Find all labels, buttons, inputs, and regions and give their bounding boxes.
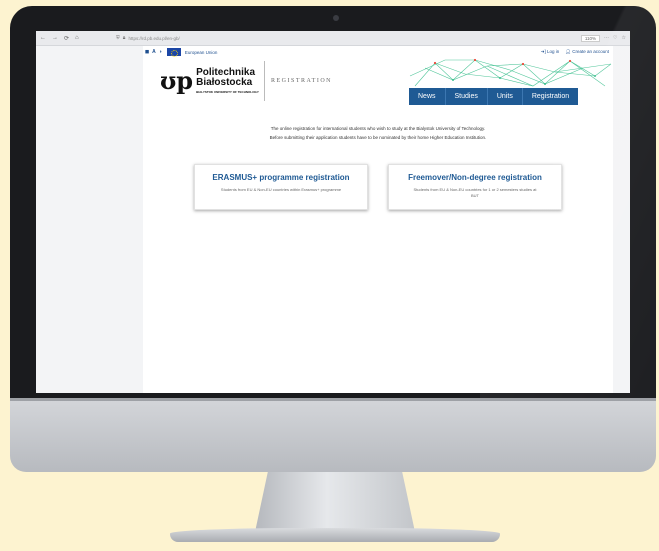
screen: ← → ⟳ ⌂ ⛨ 🔒︎ https://rd.pb.edu.pl/en-gb/…	[36, 31, 630, 393]
monitor-stand-foot	[170, 528, 500, 542]
logo-mark-icon: ʊp	[160, 66, 194, 95]
site-header: ʊp Politechnika Białostocka BIALYSTOK UN…	[143, 58, 613, 106]
monitor-scene: ← → ⟳ ⌂ ⛨ 🔒︎ https://rd.pb.edu.pl/en-gb/…	[0, 0, 659, 551]
menu-dots-icon[interactable]: ⋯	[604, 35, 609, 42]
browser-controls: 110% ⋯ ♡ ☆	[580, 34, 630, 42]
monitor-stand-neck	[255, 472, 415, 532]
browser-nav: ← → ⟳ ⌂	[36, 35, 116, 42]
menu-item-news[interactable]: News	[409, 88, 445, 105]
menu-item-units[interactable]: Units	[486, 88, 522, 105]
freemover-registration-card[interactable]: Freemover/Non-degree registration Studen…	[388, 164, 562, 210]
eu-flag-icon	[166, 48, 181, 57]
menu-item-registration[interactable]: Registration	[521, 88, 578, 105]
lock-icon: 🔒︎	[122, 35, 126, 41]
back-icon[interactable]: ←	[40, 35, 46, 42]
registration-options: ERASMUS+ programme registration Students…	[143, 164, 613, 210]
monitor-divider	[10, 398, 656, 401]
accessibility-tools: ◼ A ◑	[145, 49, 162, 55]
pocket-icon[interactable]: ♡	[613, 35, 617, 42]
logo-text: Politechnika Białostocka BIALYSTOK UNIVE…	[196, 68, 259, 95]
web-page: ◼ A ◑ European Union ➜] Log in 👤︎ Create…	[143, 46, 613, 393]
utility-bar: ◼ A ◑ European Union ➜] Log in 👤︎ Create…	[143, 46, 613, 58]
account-links: ➜] Log in 👤︎ Create an account	[541, 49, 613, 55]
erasmus-registration-card[interactable]: ERASMUS+ programme registration Students…	[194, 164, 368, 210]
main-menu: News Studies Units Registration	[409, 88, 579, 105]
font-size-icon[interactable]: A	[152, 49, 156, 55]
card-title: Freemover/Non-degree registration	[408, 173, 542, 182]
address-bar[interactable]: ⛨ 🔒︎ https://rd.pb.edu.pl/en-gb/	[116, 35, 581, 41]
card-description: Students from EU & Non-EU countries with…	[220, 187, 342, 192]
intro-text: The online registration for internationa…	[143, 124, 613, 142]
reload-icon[interactable]: ⟳	[64, 35, 69, 42]
section-label: REGISTRATION	[271, 78, 332, 84]
contrast-square-icon[interactable]: ◼	[145, 49, 149, 55]
zoom-level[interactable]: 110%	[580, 34, 601, 42]
eu-label: European Union	[184, 49, 218, 55]
network-decoration	[409, 58, 612, 87]
card-description: Students from EU & Non-EU countries for …	[413, 187, 537, 198]
card-title: ERASMUS+ programme registration	[212, 173, 350, 182]
menu-item-studies[interactable]: Studies	[444, 88, 487, 105]
logo-line2: Białostocka	[196, 77, 253, 88]
home-icon[interactable]: ⌂	[75, 35, 79, 42]
create-account-link[interactable]: 👤︎ Create an account	[565, 49, 609, 55]
url-text: https://rd.pb.edu.pl/en-gb/	[128, 35, 180, 41]
university-logo[interactable]: ʊp Politechnika Białostocka BIALYSTOK UN…	[146, 61, 265, 101]
forward-icon[interactable]: →	[52, 35, 58, 42]
create-account-label: Create an account	[572, 49, 609, 54]
intro-line-1: The online registration for internationa…	[270, 126, 486, 131]
webcam-icon	[333, 15, 339, 21]
monitor-chin	[10, 398, 656, 472]
contrast-icon[interactable]: ◑	[159, 49, 162, 55]
shield-icon: ⛨	[116, 35, 120, 41]
login-link[interactable]: ➜] Log in	[541, 49, 560, 55]
browser-toolbar: ← → ⟳ ⌂ ⛨ 🔒︎ https://rd.pb.edu.pl/en-gb/…	[36, 31, 630, 46]
intro-line-2: Before submitting their application stud…	[269, 135, 487, 140]
bookmark-star-icon[interactable]: ☆	[622, 35, 626, 42]
logo-subtitle: BIALYSTOK UNIVERSITY OF TECHNOLOGY	[196, 90, 259, 94]
login-label: Log in	[546, 49, 560, 54]
